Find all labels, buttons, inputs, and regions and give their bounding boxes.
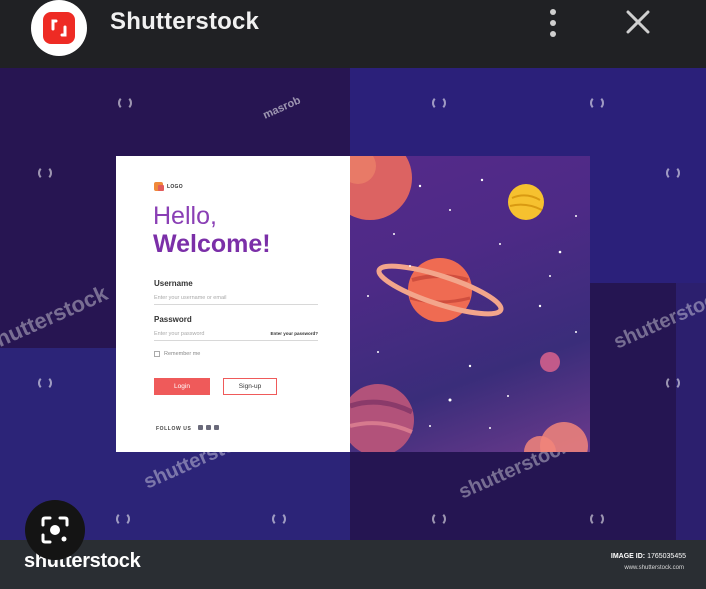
login-panel: LOGO Hello, Welcome! Username Enter your… xyxy=(116,156,350,452)
close-icon[interactable] xyxy=(618,6,658,42)
remember-me[interactable]: Remember me xyxy=(154,351,200,357)
watermark-icon xyxy=(38,166,52,180)
watermark-icon xyxy=(666,376,680,390)
space-illustration-art xyxy=(350,156,588,452)
greeting-welcome: Welcome! xyxy=(153,230,271,258)
remember-checkbox[interactable] xyxy=(154,351,160,357)
footer-url: www.shutterstock.com xyxy=(624,565,684,571)
logo-icon xyxy=(154,182,164,191)
watermark-icon xyxy=(118,96,132,110)
shutterstock-app-icon[interactable] xyxy=(31,0,87,56)
watermark-icon xyxy=(666,166,680,180)
watermark-icon xyxy=(38,376,52,390)
watermark-icon xyxy=(432,512,446,526)
forgot-password-link[interactable]: Enter your password? xyxy=(270,328,318,340)
lens-search-icon[interactable] xyxy=(25,500,85,560)
social-icon[interactable] xyxy=(206,425,211,430)
username-label: Username xyxy=(154,279,193,288)
preview-image: shutterstock shutterstock shutterstock s… xyxy=(0,68,706,540)
logo: LOGO xyxy=(154,182,183,191)
lens-glyph xyxy=(41,516,69,544)
password-label: Password xyxy=(154,315,192,324)
watermark-icon xyxy=(590,96,604,110)
social-icon[interactable] xyxy=(198,425,203,430)
social-icons xyxy=(198,425,219,430)
login-card: LOGO Hello, Welcome! Username Enter your… xyxy=(116,156,590,452)
watermark-icon xyxy=(432,96,446,110)
image-id: IMAGE ID: 1765035455 xyxy=(610,553,686,560)
signup-button[interactable]: Sign-up xyxy=(223,378,277,395)
social-icon[interactable] xyxy=(214,425,219,430)
shutterstock-logo-glyph xyxy=(51,19,67,37)
app-title: Shutterstock xyxy=(110,8,260,35)
login-button[interactable]: Login xyxy=(154,378,210,395)
watermark-icon xyxy=(116,512,130,526)
follow-us-label: FOLLOW US xyxy=(156,426,192,432)
space-illustration xyxy=(350,156,590,452)
username-field[interactable]: Enter your username or email xyxy=(154,292,318,305)
more-vert-icon[interactable] xyxy=(540,6,566,40)
password-field[interactable]: Enter your password Enter your password? xyxy=(154,328,318,341)
greeting-hello: Hello, xyxy=(153,202,217,230)
password-placeholder: Enter your password xyxy=(154,331,205,337)
app-bar: Shutterstock xyxy=(0,0,706,68)
watermark-icon xyxy=(272,512,286,526)
footer: shutterstock IMAGE ID: 1765035455 www.sh… xyxy=(0,540,706,589)
watermark-icon xyxy=(590,512,604,526)
shutterstock-logo-mark xyxy=(43,12,75,44)
